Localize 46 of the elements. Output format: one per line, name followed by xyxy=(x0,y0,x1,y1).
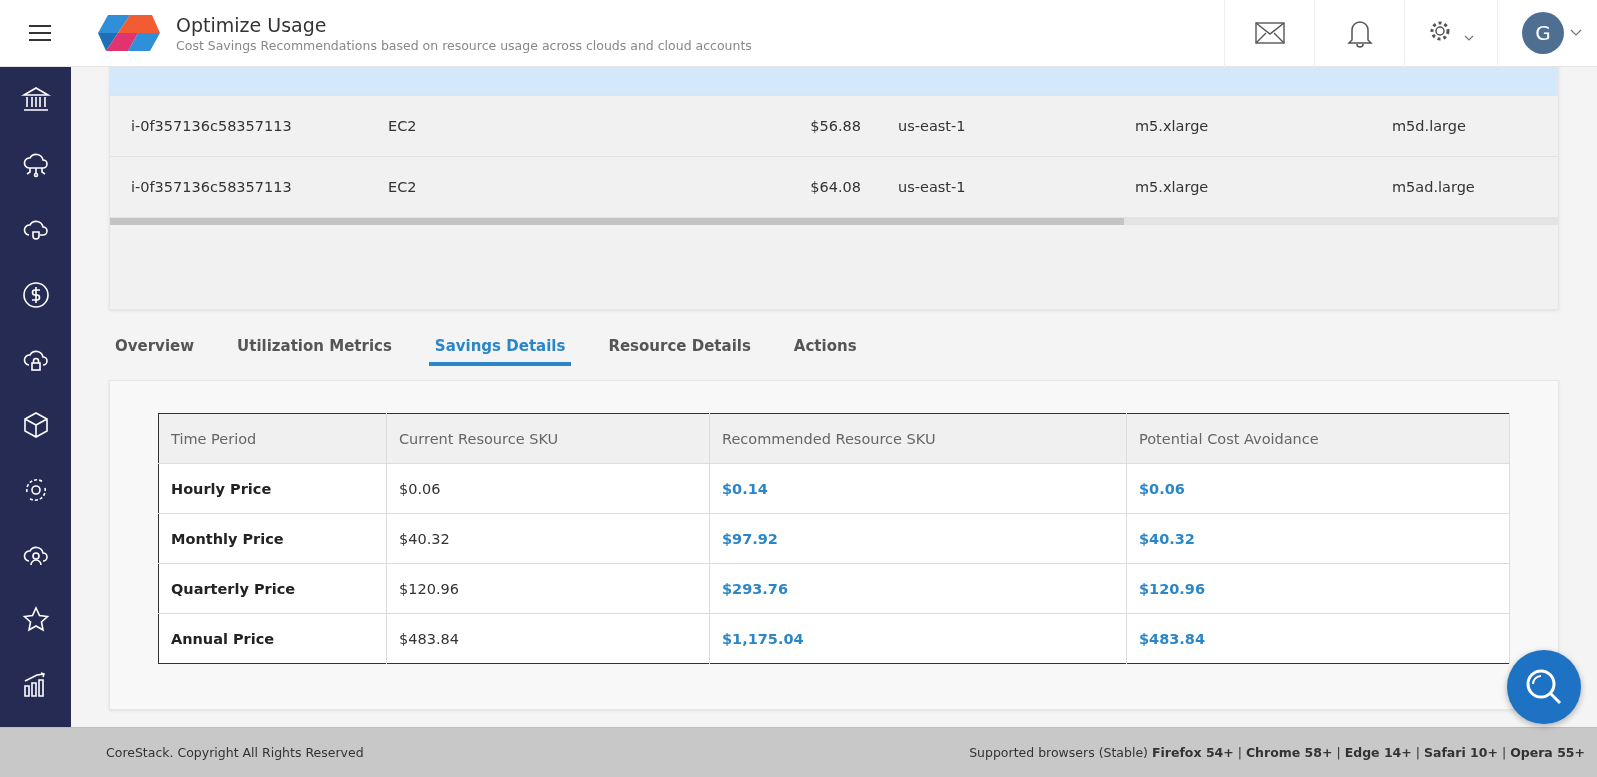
copyright-text: CoreStack. Copyright All Rights Reserved xyxy=(106,745,364,760)
table-row[interactable]: i-0f357136c58357113 EC2 $56.88 us-east-1 m5.xlarge m5d.large xyxy=(110,96,1558,157)
table-cell: $0.06 xyxy=(1126,463,1510,514)
tab[interactable]: Utilization Metrics xyxy=(231,330,398,366)
column-header: Current Resource SKU xyxy=(386,413,710,464)
tab[interactable]: Overview xyxy=(109,330,201,366)
table-cell: $483.84 xyxy=(1126,613,1510,664)
column-header: Time Period xyxy=(158,413,387,464)
table-cell: $0.06 xyxy=(386,463,710,514)
table-cell: $120.96 xyxy=(1126,563,1510,614)
table-cell: $120.96 xyxy=(386,563,710,614)
table-cell-text: EC2 xyxy=(388,179,418,195)
table-cell: Quarterly Price xyxy=(158,563,387,614)
table-cell-text: $56.88 xyxy=(809,118,861,134)
table-cell: $40.32 xyxy=(386,513,710,564)
tab[interactable]: Resource Details xyxy=(602,330,757,366)
tab[interactable]: Savings Details xyxy=(428,330,572,366)
scrollbar-thumb[interactable] xyxy=(110,218,1124,225)
table-cell: Hourly Price xyxy=(158,463,387,514)
table-cell: $40.32 xyxy=(1126,513,1510,564)
table-cell: Monthly Price xyxy=(158,513,387,564)
table-cell-text: us-east-1 xyxy=(897,179,967,195)
page-subtitle: Cost Savings Recommendations based on resource usage across clouds and cloud accounts xyxy=(176,37,752,53)
caret-icon[interactable] xyxy=(1570,29,1582,37)
table-cell-text: EC2 xyxy=(388,118,418,134)
table-cell-text: i-0f357136c58357113 xyxy=(131,118,293,134)
table-cell-text: us-east-1 xyxy=(897,118,967,134)
table-cell: $483.84 xyxy=(386,613,710,664)
tab[interactable]: Actions xyxy=(787,330,863,366)
column-header: Recommended Resource SKU xyxy=(709,413,1127,464)
user-avatar[interactable]: G xyxy=(1522,12,1564,54)
table-cell-text: m5.xlarge xyxy=(1135,118,1210,134)
supported-browsers-text: Supported browsers (Stable) Firefox 54+ | Chrome 58+ | Edge 14+ | Safari 10+ | Opera 55+ xyxy=(969,745,1585,760)
table-cell: $1,175.04 xyxy=(709,613,1127,664)
table-cell: Annual Price xyxy=(158,613,387,664)
table-cell-text: m5ad.large xyxy=(1392,179,1476,195)
page-title: Optimize Usage xyxy=(176,13,328,36)
table-cell: $97.92 xyxy=(709,513,1127,564)
column-header: Potential Cost Avoidance xyxy=(1126,413,1510,464)
logo-icon xyxy=(96,13,162,53)
table-cell-text: i-0f357136c58357113 xyxy=(131,179,293,195)
table-cell: $0.14 xyxy=(709,463,1127,514)
table-cell-text: m5d.large xyxy=(1392,118,1467,134)
table-cell-text: $64.08 xyxy=(809,179,861,195)
table-cell: $293.76 xyxy=(709,563,1127,614)
table-cell-text: m5.xlarge xyxy=(1135,179,1210,195)
